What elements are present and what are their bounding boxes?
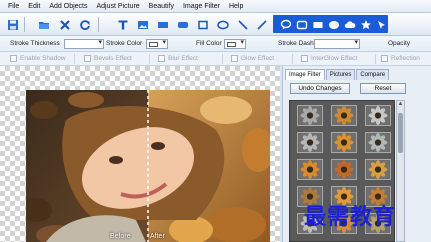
glow-effect-option[interactable]: Glow Effect xyxy=(231,55,274,62)
toolbar-separator xyxy=(98,17,99,32)
star-burst-icon[interactable] xyxy=(311,18,325,31)
save-icon[interactable] xyxy=(6,18,20,31)
filter-thumbnail[interactable] xyxy=(365,159,391,180)
speech-bubble-icon[interactable] xyxy=(279,18,293,31)
checkbox[interactable] xyxy=(158,55,165,62)
effects-separator xyxy=(149,54,150,64)
rectangle-icon[interactable] xyxy=(156,18,170,31)
filter-thumbnail[interactable] xyxy=(331,159,357,180)
menu-image-filter[interactable]: Image Filter xyxy=(183,3,220,10)
property-bar: Stroke Thickness Stroke Color Fill Color… xyxy=(0,36,431,52)
menu-file[interactable]: File xyxy=(8,3,19,10)
editing-canvas[interactable]: Before After xyxy=(0,66,280,242)
effects-separator xyxy=(222,54,223,64)
undo-changes-button[interactable]: Undo Changes xyxy=(290,83,350,94)
stroke-color-picker[interactable] xyxy=(146,38,168,49)
shape-toolbar xyxy=(273,15,388,33)
stroke-color-label: Stroke Color xyxy=(106,40,143,47)
ellipse-icon[interactable] xyxy=(216,18,230,31)
glow-effect-label: Glow Effect xyxy=(241,55,275,62)
menu-add-objects[interactable]: Add Objects xyxy=(49,3,87,10)
stroke-thickness-dropdown[interactable] xyxy=(64,38,104,49)
cloud-icon[interactable] xyxy=(343,18,357,31)
fill-color-label: Fill Color xyxy=(196,40,222,47)
blur-effect-option[interactable]: Blur Effect xyxy=(158,55,198,62)
checkbox[interactable] xyxy=(84,55,91,62)
interglow-effect-label: InterGlow Effect xyxy=(311,55,358,62)
filter-thumbnail[interactable] xyxy=(297,159,323,180)
menu-beautify[interactable]: Beautify xyxy=(149,3,174,10)
line-icon[interactable] xyxy=(236,18,250,31)
scroll-thumb[interactable] xyxy=(398,113,403,153)
checkbox[interactable] xyxy=(10,55,17,62)
reset-button[interactable]: Reset xyxy=(360,83,406,94)
checkbox[interactable] xyxy=(301,55,308,62)
bevels-effect-label: Bevels Effect xyxy=(94,55,132,62)
open-icon[interactable] xyxy=(37,18,51,31)
enable-shadow-option[interactable]: Enable Shadow xyxy=(10,55,66,62)
rounded-rectangle-icon[interactable] xyxy=(176,18,190,31)
stroke-color-swatch xyxy=(149,42,158,47)
reflection-option[interactable]: Reflection xyxy=(381,55,420,62)
effects-separator xyxy=(74,54,75,64)
stroke-thickness-label: Stroke Thickness xyxy=(10,40,60,47)
filter-thumbnail[interactable] xyxy=(365,105,391,126)
filter-thumbnail[interactable] xyxy=(297,132,323,153)
refresh-icon[interactable] xyxy=(78,18,92,31)
arrow-line-icon[interactable] xyxy=(255,18,269,31)
enable-shadow-label: Enable Shadow xyxy=(20,55,66,62)
fill-color-swatch xyxy=(227,42,236,47)
fill-color-picker[interactable] xyxy=(224,38,246,49)
bevels-effect-option[interactable]: Bevels Effect xyxy=(84,55,132,62)
reflection-label: Reflection xyxy=(391,55,420,62)
rounded-square-icon[interactable] xyxy=(295,18,309,31)
menu-edit[interactable]: Edit xyxy=(28,3,40,10)
watermark-text: 最需教育 xyxy=(304,204,397,230)
toolbar xyxy=(0,13,431,36)
filter-thumbnail[interactable] xyxy=(331,132,357,153)
edited-photo[interactable]: Before After xyxy=(26,90,270,242)
effects-bar: Enable Shadow Bevels Effect Blur Effect … xyxy=(0,52,431,66)
tab-image-filter[interactable]: Image Filter xyxy=(285,69,325,80)
star-icon[interactable] xyxy=(359,18,373,31)
opacity-label: Opacity xyxy=(388,40,411,47)
filter-thumbnail[interactable] xyxy=(365,132,391,153)
tab-pictures[interactable]: Pictures xyxy=(325,69,356,80)
square-icon[interactable] xyxy=(196,18,210,31)
stroke-dash-label: Stroke Dash xyxy=(278,40,314,47)
thumbnail-scrollbar[interactable]: ▲ xyxy=(396,100,405,242)
close-icon[interactable] xyxy=(58,18,72,31)
girl-in-leaves-photo xyxy=(26,90,270,242)
checkbox[interactable] xyxy=(381,55,388,62)
before-label: Before xyxy=(110,233,131,240)
effects-separator xyxy=(292,54,293,64)
blur-effect-label: Blur Effect xyxy=(168,55,198,62)
scroll-up-icon[interactable]: ▲ xyxy=(397,101,404,107)
menu-help[interactable]: Help xyxy=(229,3,243,10)
stroke-dash-dropdown[interactable] xyxy=(314,38,360,49)
text-icon[interactable] xyxy=(116,18,130,31)
filter-thumbnail[interactable] xyxy=(331,105,357,126)
menu-adjust-picture[interactable]: Adjust Picture xyxy=(96,3,139,10)
oval-icon[interactable] xyxy=(327,18,341,31)
checkbox[interactable] xyxy=(231,55,238,62)
tab-compare[interactable]: Compare xyxy=(356,69,390,80)
toolbar-separator xyxy=(24,17,25,32)
interglow-effect-option[interactable]: InterGlow Effect xyxy=(301,55,357,62)
after-label: After xyxy=(150,233,165,240)
filter-thumbnail[interactable] xyxy=(297,105,323,126)
effects-separator xyxy=(375,54,376,64)
menu-bar: File Edit Add Objects Adjust Picture Bea… xyxy=(0,0,431,13)
panel-tabs: Image Filter Pictures Compare xyxy=(285,69,390,80)
pin-icon[interactable] xyxy=(374,18,388,31)
image-icon[interactable] xyxy=(136,18,150,31)
